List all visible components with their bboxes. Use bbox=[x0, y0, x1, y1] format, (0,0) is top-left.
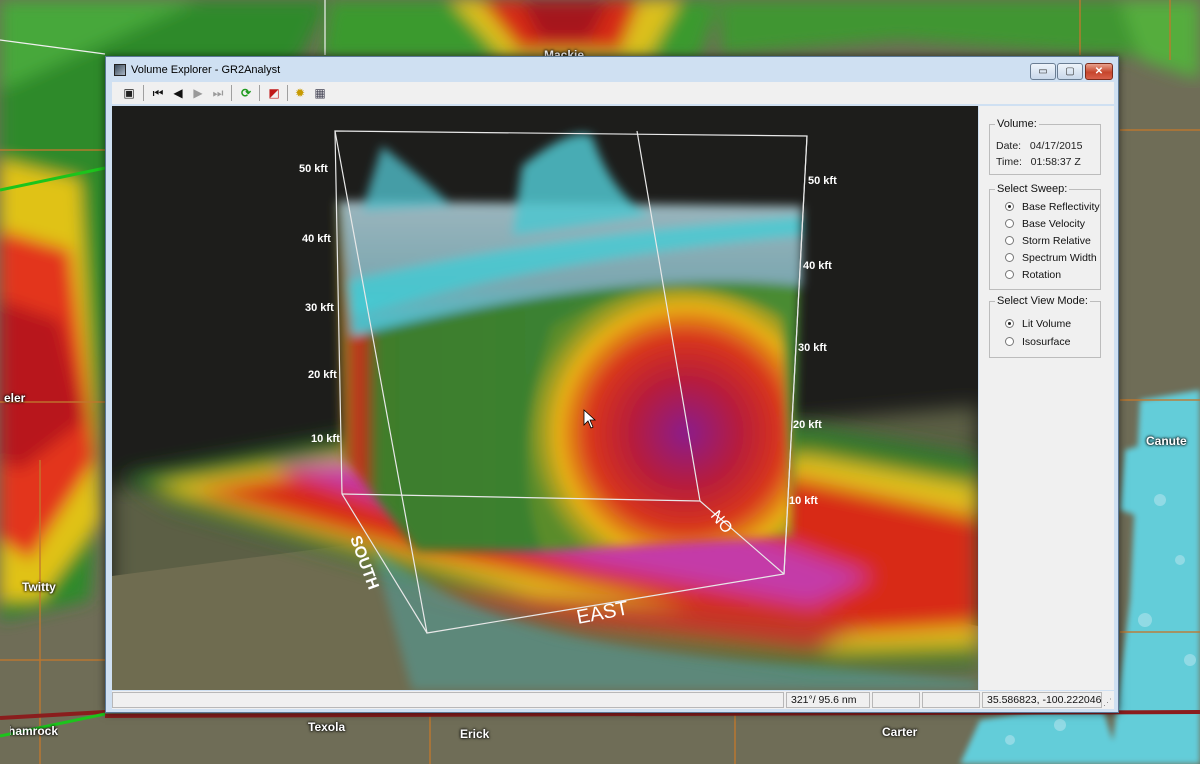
view-mode-group: Select View Mode: Lit Volume Isosurface bbox=[989, 295, 1101, 358]
resize-grip-icon[interactable]: ⋰ bbox=[1103, 697, 1112, 708]
view-mode-option-lit-volume[interactable]: Lit Volume bbox=[1005, 318, 1071, 332]
city-label-carter: Carter bbox=[882, 725, 918, 739]
volume-caption: Volume: bbox=[995, 118, 1039, 130]
skip-to-start-icon[interactable]: ⏮ bbox=[150, 85, 166, 101]
volume-3d-viewport[interactable]: SOUTH EAST NO 50 kft 40 kft 30 kft 20 kf… bbox=[112, 106, 978, 690]
axis-label-right-20kft: 20 kft bbox=[793, 419, 822, 431]
sweep-option-storm-relative[interactable]: Storm Relative bbox=[1005, 235, 1091, 249]
toolbar-separator bbox=[143, 85, 144, 101]
volume-rendering: SOUTH EAST NO 50 kft 40 kft 30 kft 20 kf… bbox=[112, 106, 978, 690]
time-label: Time: bbox=[996, 156, 1022, 168]
sweep-option-spectrum-width[interactable]: Spectrum Width bbox=[1005, 252, 1097, 266]
axis-label-left-30kft: 30 kft bbox=[305, 302, 334, 314]
axis-label-left-20kft: 20 kft bbox=[308, 369, 337, 381]
sweep-caption: Select Sweep: bbox=[995, 183, 1070, 195]
azimuth-range-readout: 321°/ 95.6 nm bbox=[786, 692, 870, 708]
reset-view-icon[interactable]: ◩ bbox=[266, 85, 282, 101]
refresh-icon[interactable]: ⟳ bbox=[238, 85, 254, 101]
sweep-option-rotation[interactable]: Rotation bbox=[1005, 269, 1061, 283]
toolbar-separator bbox=[259, 85, 260, 101]
minimize-button[interactable]: ▭ bbox=[1030, 63, 1056, 80]
toolbar-separator bbox=[287, 85, 288, 101]
time-value: 01:58:37 Z bbox=[1030, 156, 1081, 168]
sweep-option-base-velocity[interactable]: Base Velocity bbox=[1005, 218, 1085, 232]
city-label-texola: Texola bbox=[308, 720, 346, 734]
toolbar: ▣ ⏮ ◀ ▶ ⏭ ⟳ ◩ ✹ ▦ bbox=[112, 82, 1114, 104]
volume-explorer-window: Volume Explorer - GR2Analyst ▭ ▢ ✕ ▣ ⏮ ◀… bbox=[105, 56, 1119, 713]
radio-icon[interactable] bbox=[1005, 236, 1014, 245]
time-row: Time: 01:58:37 Z bbox=[996, 156, 1081, 168]
step-back-icon[interactable]: ◀ bbox=[170, 85, 186, 101]
radio-selected-icon[interactable] bbox=[1005, 202, 1014, 211]
radio-icon[interactable] bbox=[1005, 219, 1014, 228]
axis-label-left-50kft: 50 kft bbox=[299, 163, 328, 175]
axis-label-right-10kft: 10 kft bbox=[789, 495, 818, 507]
toolbar-separator bbox=[231, 85, 232, 101]
status-cell-blank-2 bbox=[922, 692, 980, 708]
color-table-icon[interactable]: ▦ bbox=[312, 85, 328, 101]
status-cell-blank-1 bbox=[872, 692, 920, 708]
radio-icon[interactable] bbox=[1005, 270, 1014, 279]
floppy-disk-icon[interactable]: ▣ bbox=[121, 85, 137, 101]
axis-label-left-10kft: 10 kft bbox=[311, 433, 340, 445]
radio-selected-icon[interactable] bbox=[1005, 319, 1014, 328]
radio-icon[interactable] bbox=[1005, 253, 1014, 262]
date-label: Date: bbox=[996, 140, 1022, 152]
axis-label-right-50kft: 50 kft bbox=[808, 175, 837, 187]
axis-label-left-40kft: 40 kft bbox=[302, 233, 331, 245]
sweep-option-base-reflectivity[interactable]: Base Reflectivity bbox=[1005, 201, 1100, 215]
control-panel: Volume: Date: 04/17/2015 Time: 01:58:37 … bbox=[979, 106, 1114, 690]
skip-to-end-icon[interactable]: ⏭ bbox=[210, 85, 226, 101]
city-label-twitty: Twitty bbox=[22, 580, 56, 594]
date-value: 04/17/2015 bbox=[1029, 140, 1083, 152]
coordinates-readout: 35.586823, -100.222046 bbox=[982, 692, 1102, 708]
axis-label-right-30kft: 30 kft bbox=[798, 342, 827, 354]
gear-icon[interactable]: ✹ bbox=[292, 85, 308, 101]
radio-icon[interactable] bbox=[1005, 337, 1014, 346]
volume-info-group: Volume: Date: 04/17/2015 Time: 01:58:37 … bbox=[989, 118, 1101, 175]
title-bar[interactable]: Volume Explorer - GR2Analyst ▭ ▢ ✕ bbox=[106, 57, 1118, 81]
window-title: Volume Explorer - GR2Analyst bbox=[131, 64, 281, 76]
close-button[interactable]: ✕ bbox=[1085, 63, 1113, 80]
city-label-wheeler: eler bbox=[4, 391, 26, 405]
status-bar: 321°/ 95.6 nm 35.586823, -100.222046 ⋰ bbox=[112, 691, 1114, 709]
radar-app-icon bbox=[114, 64, 126, 76]
city-label-canute: Canute bbox=[1146, 434, 1187, 448]
step-forward-icon[interactable]: ▶ bbox=[190, 85, 206, 101]
select-sweep-group: Select Sweep: Base Reflectivity Base Vel… bbox=[989, 183, 1101, 290]
axis-label-right-40kft: 40 kft bbox=[803, 260, 832, 272]
view-mode-caption: Select View Mode: bbox=[995, 295, 1090, 307]
view-mode-option-isosurface[interactable]: Isosurface bbox=[1005, 336, 1070, 350]
maximize-button[interactable]: ▢ bbox=[1057, 63, 1083, 80]
city-label-erick: Erick bbox=[460, 727, 490, 741]
status-cell-empty bbox=[112, 692, 784, 708]
date-row: Date: 04/17/2015 bbox=[996, 140, 1082, 152]
